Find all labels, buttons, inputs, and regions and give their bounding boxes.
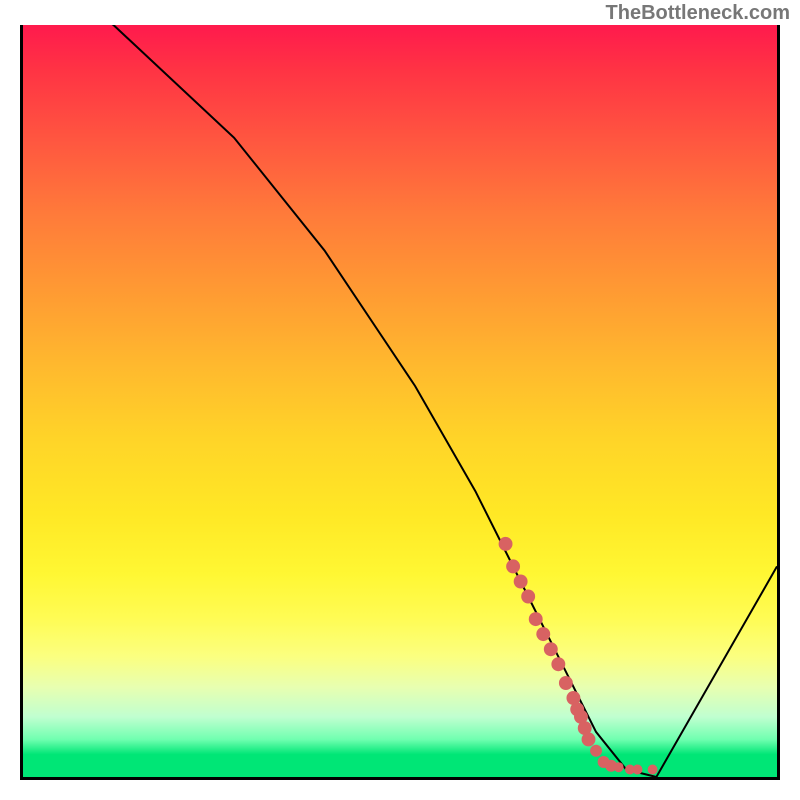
plot-frame <box>20 25 780 780</box>
watermark-text: TheBottleneck.com <box>606 2 790 25</box>
chart-container: TheBottleneck.com <box>0 0 800 800</box>
gradient-background <box>23 25 777 777</box>
